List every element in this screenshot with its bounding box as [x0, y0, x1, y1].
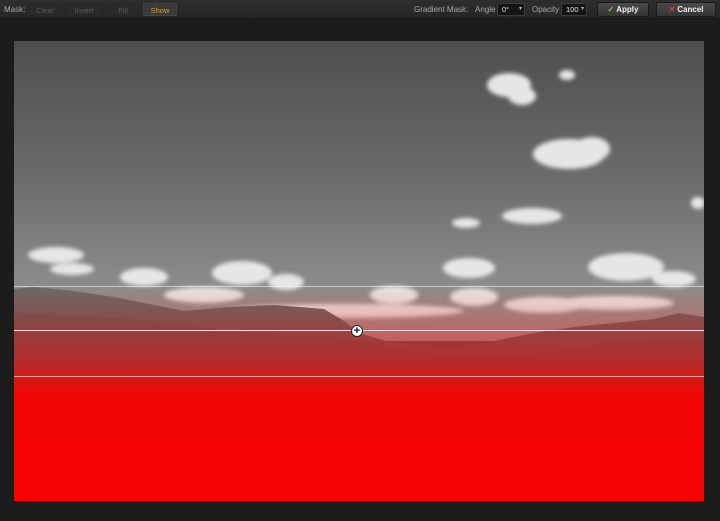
- gradient-mask-overlay: [14, 41, 704, 501]
- chevron-down-icon[interactable]: ▾: [581, 4, 584, 15]
- angle-field[interactable]: 0° ▾: [497, 3, 525, 16]
- angle-label: Angle: [475, 5, 496, 14]
- opacity-field[interactable]: 100 ▾: [561, 3, 587, 16]
- angle-value: 0°: [502, 5, 510, 14]
- chevron-down-icon[interactable]: ▾: [519, 4, 522, 15]
- cancel-label: Cancel: [677, 5, 704, 14]
- opacity-value: 100: [566, 5, 579, 14]
- fill-button[interactable]: Fill: [107, 3, 139, 16]
- opacity-label: Opacity: [532, 5, 560, 14]
- mask-toolbar: Mask: Clear Invert Fill Show Gradient Ma…: [0, 0, 720, 19]
- mask-label: Mask:: [4, 5, 26, 14]
- move-crosshair-icon[interactable]: +: [351, 325, 363, 337]
- apply-button[interactable]: ✓ Apply: [597, 2, 649, 17]
- gradient-end-line[interactable]: [14, 376, 704, 377]
- apply-label: Apply: [616, 5, 639, 14]
- gradient-mask-label: Gradient Mask:: [414, 5, 469, 14]
- photo-canvas[interactable]: +: [14, 41, 704, 501]
- canvas-area: +: [0, 19, 720, 521]
- gradient-start-line[interactable]: [14, 286, 704, 287]
- invert-button[interactable]: Invert: [65, 3, 103, 16]
- clear-button[interactable]: Clear: [29, 3, 61, 16]
- check-icon: ✓: [607, 5, 615, 14]
- show-button[interactable]: Show: [143, 3, 177, 16]
- photo-image: [14, 41, 704, 501]
- cancel-button[interactable]: ✕ Cancel: [656, 2, 716, 17]
- x-icon: ✕: [668, 5, 676, 14]
